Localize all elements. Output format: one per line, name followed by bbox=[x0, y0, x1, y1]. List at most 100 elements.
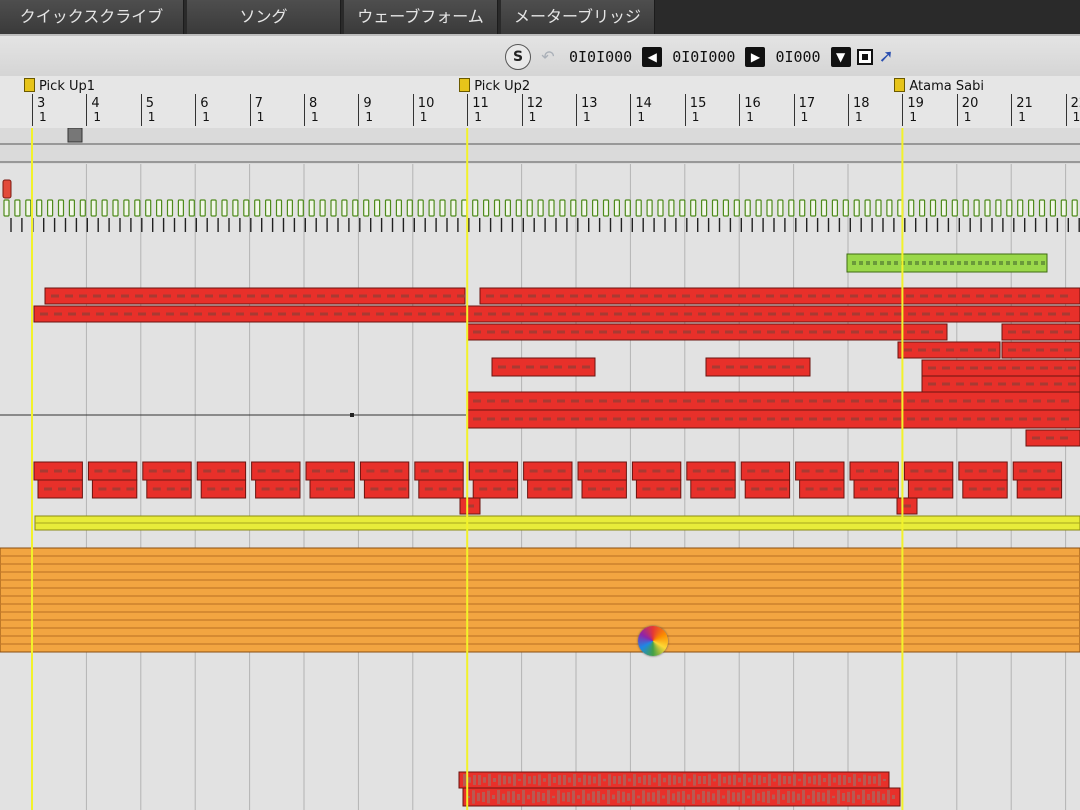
region-note[interactable] bbox=[438, 487, 447, 491]
region-note[interactable] bbox=[670, 487, 679, 491]
region-note[interactable] bbox=[219, 294, 227, 298]
region-note[interactable] bbox=[180, 487, 189, 491]
region-note[interactable] bbox=[795, 330, 803, 334]
region-note[interactable] bbox=[487, 330, 495, 334]
region-note[interactable] bbox=[54, 469, 62, 473]
region-note[interactable] bbox=[739, 399, 747, 403]
region-note[interactable] bbox=[443, 294, 451, 298]
region-note[interactable] bbox=[942, 382, 950, 386]
region-note[interactable] bbox=[666, 469, 675, 473]
region-note[interactable] bbox=[642, 487, 651, 491]
region-note[interactable] bbox=[166, 312, 174, 316]
tab-quickscribe[interactable]: クイックスクライブ bbox=[0, 0, 184, 34]
solo-button[interactable]: S bbox=[505, 44, 531, 70]
region-note[interactable] bbox=[656, 487, 665, 491]
end-counter[interactable]: 0I0I000 bbox=[668, 48, 739, 66]
region-note[interactable] bbox=[1034, 312, 1042, 316]
region-note[interactable] bbox=[1019, 417, 1027, 421]
region-note[interactable] bbox=[753, 330, 761, 334]
region-note[interactable] bbox=[970, 382, 978, 386]
region-note[interactable] bbox=[836, 294, 844, 298]
region-note[interactable] bbox=[809, 399, 817, 403]
region-note[interactable] bbox=[977, 399, 985, 403]
region-note[interactable] bbox=[795, 399, 803, 403]
region-note[interactable] bbox=[626, 294, 634, 298]
region-note[interactable] bbox=[217, 469, 226, 473]
region-note[interactable] bbox=[163, 294, 171, 298]
region-note[interactable] bbox=[908, 312, 916, 316]
region-note[interactable] bbox=[344, 487, 352, 491]
region-note[interactable] bbox=[479, 487, 488, 491]
region-note[interactable] bbox=[529, 469, 538, 473]
region-note[interactable] bbox=[837, 330, 845, 334]
region-note[interactable] bbox=[815, 469, 824, 473]
region-note[interactable] bbox=[996, 487, 1005, 491]
region-note[interactable] bbox=[765, 487, 774, 491]
region-note[interactable] bbox=[543, 330, 551, 334]
region-note[interactable] bbox=[1064, 330, 1072, 334]
region-note[interactable] bbox=[638, 469, 647, 473]
region-note[interactable] bbox=[292, 312, 300, 316]
region-note[interactable] bbox=[652, 469, 661, 473]
region-note[interactable] bbox=[1064, 348, 1072, 352]
region-note[interactable] bbox=[892, 294, 900, 298]
region-note[interactable] bbox=[124, 312, 132, 316]
region-note[interactable] bbox=[893, 330, 901, 334]
region-note[interactable] bbox=[866, 312, 874, 316]
region-note[interactable] bbox=[1051, 487, 1060, 491]
region-note[interactable] bbox=[571, 330, 579, 334]
region-note[interactable] bbox=[289, 487, 298, 491]
region-note[interactable] bbox=[235, 487, 244, 491]
region-note[interactable] bbox=[247, 294, 255, 298]
region-note[interactable] bbox=[893, 417, 901, 421]
region-note[interactable] bbox=[696, 487, 705, 491]
timeline-ruler[interactable]: 3 1 4 1 5 1 6 1 7 1 8 1 9 1 10 1 11 1 12 1 13 1 14 1 15 1 16 1 17 1 18… bbox=[0, 76, 1080, 130]
region-note[interactable] bbox=[865, 399, 873, 403]
region-note[interactable] bbox=[326, 469, 334, 473]
region-note[interactable] bbox=[754, 365, 762, 369]
region-note[interactable] bbox=[990, 294, 998, 298]
region-note[interactable] bbox=[726, 312, 734, 316]
region-note[interactable] bbox=[501, 330, 509, 334]
region-note[interactable] bbox=[819, 487, 828, 491]
region-note[interactable] bbox=[205, 294, 213, 298]
region-note[interactable] bbox=[808, 294, 816, 298]
region-note[interactable] bbox=[1008, 330, 1016, 334]
region-note[interactable] bbox=[121, 294, 129, 298]
region-note[interactable] bbox=[1054, 382, 1062, 386]
region-note[interactable] bbox=[475, 469, 484, 473]
region-note[interactable] bbox=[40, 312, 48, 316]
region-note[interactable] bbox=[1006, 312, 1014, 316]
region-note[interactable] bbox=[982, 487, 991, 491]
region-note[interactable] bbox=[1068, 366, 1076, 370]
region-note[interactable] bbox=[148, 469, 157, 473]
region-note[interactable] bbox=[754, 312, 762, 316]
region-note[interactable] bbox=[588, 487, 596, 491]
region-note[interactable] bbox=[448, 469, 457, 473]
region-note[interactable] bbox=[874, 487, 882, 491]
region-note[interactable] bbox=[766, 294, 774, 298]
region-note[interactable] bbox=[627, 330, 635, 334]
region-note[interactable] bbox=[655, 330, 663, 334]
region-note[interactable] bbox=[809, 330, 817, 334]
tab-waveform[interactable]: ウェーブフォーム bbox=[344, 0, 498, 34]
region-note[interactable] bbox=[879, 330, 887, 334]
region-note[interactable] bbox=[526, 365, 534, 369]
region-note[interactable] bbox=[261, 487, 270, 491]
region-note[interactable] bbox=[1062, 312, 1070, 316]
region-note[interactable] bbox=[1048, 312, 1056, 316]
region-note[interactable] bbox=[976, 294, 984, 298]
region-note[interactable] bbox=[514, 294, 522, 298]
region-note[interactable] bbox=[261, 294, 269, 298]
region-note[interactable] bbox=[956, 382, 964, 386]
region-note[interactable] bbox=[656, 312, 664, 316]
region-note[interactable] bbox=[98, 487, 107, 491]
region-note[interactable] bbox=[935, 417, 943, 421]
tab-song[interactable]: ソング bbox=[187, 0, 341, 34]
region-note[interactable] bbox=[612, 294, 620, 298]
region-note[interactable] bbox=[711, 417, 719, 421]
region-note[interactable] bbox=[934, 294, 942, 298]
region-note[interactable] bbox=[627, 399, 635, 403]
region-note[interactable] bbox=[585, 399, 593, 403]
region-note[interactable] bbox=[893, 399, 901, 403]
